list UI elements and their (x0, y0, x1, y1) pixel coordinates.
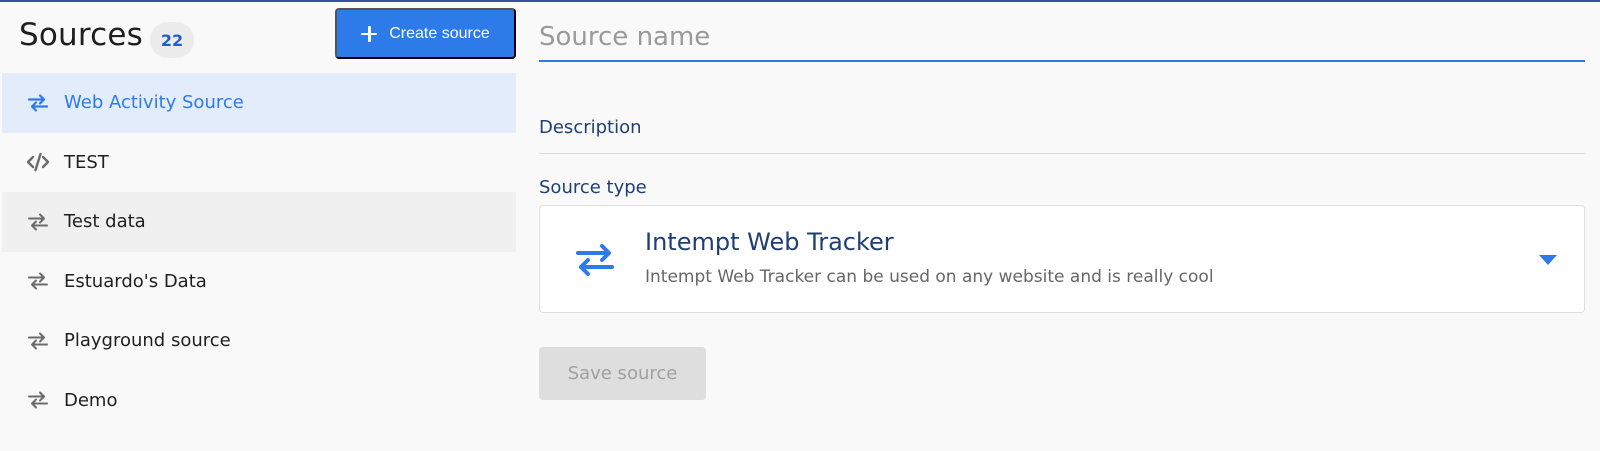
save-source-button[interactable]: Save source (539, 347, 706, 400)
source-type-select[interactable]: Intempt Web Tracker Intempt Web Tracker … (539, 205, 1585, 313)
plus-icon (361, 25, 378, 42)
source-item-label: Test data (64, 211, 146, 233)
source-type-label: Source type (539, 177, 647, 198)
sources-sidebar: Sources 22 Create source Web Activity So… (0, 0, 516, 451)
source-form: Description Source type Intempt Web Trac… (539, 0, 1585, 451)
source-item-label: Playground source (64, 330, 231, 352)
source-item-label: Web Activity Source (64, 92, 244, 114)
source-item-web-activity-source[interactable]: Web Activity Source (2, 73, 516, 133)
description-underline (539, 153, 1585, 154)
source-item-label: Estuardo's Data (64, 270, 207, 292)
source-item-label: Demo (64, 389, 118, 411)
sources-count-badge: 22 (150, 22, 194, 58)
transfer-icon (575, 241, 615, 279)
source-item-test[interactable]: TEST (2, 133, 516, 193)
description-field[interactable]: Description (539, 117, 642, 138)
sidebar-title: Sources (19, 17, 144, 53)
transfer-icon (26, 269, 50, 293)
source-item-test-data[interactable]: Test data (2, 192, 516, 252)
chevron-down-icon[interactable] (1538, 252, 1558, 266)
source-name-input[interactable] (539, 14, 1585, 62)
transfer-icon (26, 388, 50, 412)
source-type-description: Intempt Web Tracker can be used on any w… (645, 267, 1214, 287)
source-item-estuardos-data[interactable]: Estuardo's Data (2, 252, 516, 312)
transfer-icon (26, 91, 50, 115)
code-icon (26, 150, 50, 174)
source-item-label: TEST (64, 151, 109, 173)
source-item-demo[interactable]: Demo (2, 371, 516, 431)
source-item-playground-source[interactable]: Playground source (2, 311, 516, 371)
transfer-icon (26, 210, 50, 234)
create-source-button[interactable]: Create source (335, 8, 516, 59)
create-source-label: Create source (389, 24, 490, 42)
source-type-name: Intempt Web Tracker (645, 228, 894, 256)
sidebar-header: Sources 22 Create source (0, 0, 516, 72)
transfer-icon (26, 329, 50, 353)
source-list: Web Activity Source TEST Test data Estua… (2, 73, 516, 430)
